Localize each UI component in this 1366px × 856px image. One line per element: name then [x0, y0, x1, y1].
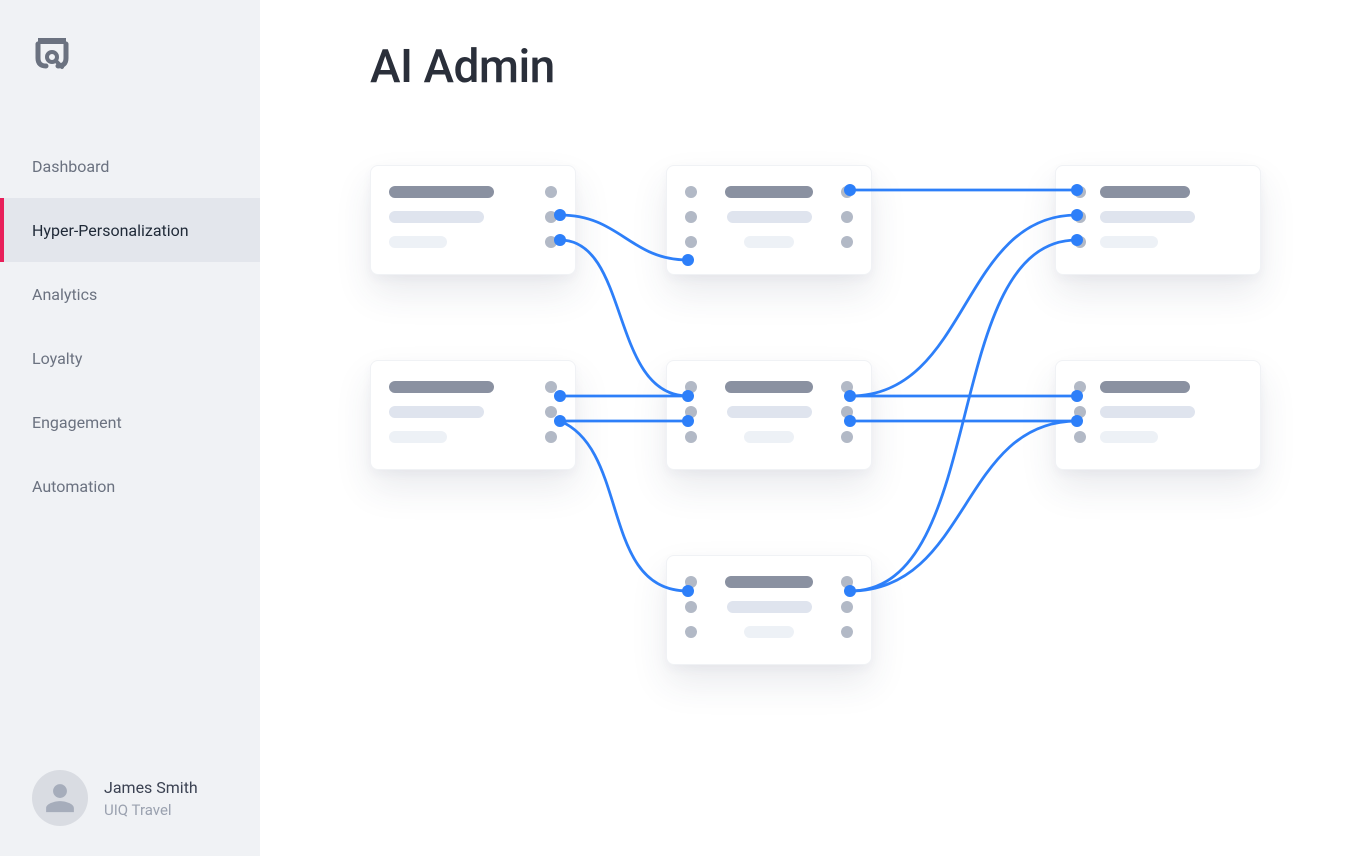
sidebar-item-label: Dashboard: [32, 157, 109, 176]
sidebar-item-label: Hyper-Personalization: [32, 221, 189, 240]
sidebar-item-label: Automation: [32, 477, 115, 496]
sidebar-item-hyper-personalization[interactable]: Hyper-Personalization: [0, 198, 260, 262]
sidebar-item-analytics[interactable]: Analytics: [0, 262, 260, 326]
sidebar-item-label: Loyalty: [32, 349, 82, 368]
sidebar-item-dashboard[interactable]: Dashboard: [0, 134, 260, 198]
user-block[interactable]: James Smith UIQ Travel: [32, 770, 198, 826]
user-info: James Smith UIQ Travel: [104, 778, 198, 819]
workflow-node[interactable]: [370, 360, 576, 470]
user-org: UIQ Travel: [104, 801, 198, 819]
sidebar-item-label: Analytics: [32, 285, 97, 304]
workflow-node[interactable]: [666, 555, 872, 665]
workflow-canvas[interactable]: [370, 150, 1300, 790]
sidebar-item-loyalty[interactable]: Loyalty: [0, 326, 260, 390]
user-name: James Smith: [104, 778, 198, 797]
workflow-node[interactable]: [1055, 360, 1261, 470]
person-icon: [43, 781, 77, 815]
workflow-node[interactable]: [666, 165, 872, 275]
sidebar: Dashboard Hyper-Personalization Analytic…: [0, 0, 260, 856]
sidebar-item-automation[interactable]: Automation: [0, 454, 260, 518]
page-title: AI Admin: [370, 40, 1366, 94]
sidebar-item-label: Engagement: [32, 413, 122, 432]
workflow-node[interactable]: [370, 165, 576, 275]
sidebar-item-engagement[interactable]: Engagement: [0, 390, 260, 454]
logo: [0, 0, 260, 74]
main-content: AI Admin: [260, 0, 1366, 856]
workflow-node[interactable]: [666, 360, 872, 470]
avatar: [32, 770, 88, 826]
nav: Dashboard Hyper-Personalization Analytic…: [0, 134, 260, 518]
workflow-node[interactable]: [1055, 165, 1261, 275]
